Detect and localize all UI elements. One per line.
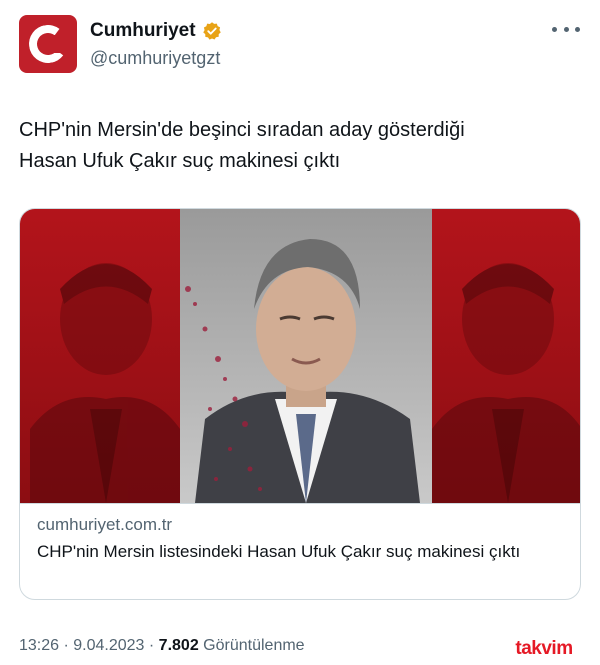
- portrait-photo: [20, 209, 580, 503]
- cumhuriyet-logo-icon: [26, 22, 70, 66]
- link-card-image[interactable]: [20, 209, 580, 503]
- tweet-text-line-1: CHP'nin Mersin'de beşinci sıradan aday g…: [19, 119, 465, 141]
- tweet-date[interactable]: 9.04.2023: [73, 637, 144, 654]
- takvim-watermark: takvim: [496, 637, 592, 661]
- display-name[interactable]: Cumhuriyet: [90, 20, 196, 42]
- account-name-row: Cumhuriyet: [90, 20, 222, 42]
- tweet-text-line-2: Hasan Ufuk Çakır suç makinesi çıktı: [19, 150, 341, 172]
- tweet-footer: 13:26 · 9.04.2023 · 7.802 Görüntülenme: [19, 637, 305, 654]
- views-label: Görüntülenme: [203, 637, 305, 654]
- tweet-time[interactable]: 13:26: [19, 637, 59, 654]
- tweet-text: CHP'nin Mersin'de beşinci sıradan aday g…: [19, 115, 579, 177]
- link-card[interactable]: cumhuriyet.com.tr CHP'nin Mersin listesi…: [19, 208, 581, 600]
- link-card-meta[interactable]: cumhuriyet.com.tr CHP'nin Mersin listesi…: [20, 503, 580, 599]
- link-card-domain: cumhuriyet.com.tr: [37, 515, 173, 534]
- more-options-icon[interactable]: [552, 22, 580, 36]
- link-card-title: CHP'nin Mersin listesindeki Hasan Ufuk Ç…: [37, 542, 521, 561]
- avatar[interactable]: [19, 15, 77, 73]
- views-count: 7.802: [158, 637, 199, 654]
- verified-badge-icon: [202, 22, 221, 40]
- account-handle[interactable]: @cumhuriyetgzt: [90, 48, 220, 69]
